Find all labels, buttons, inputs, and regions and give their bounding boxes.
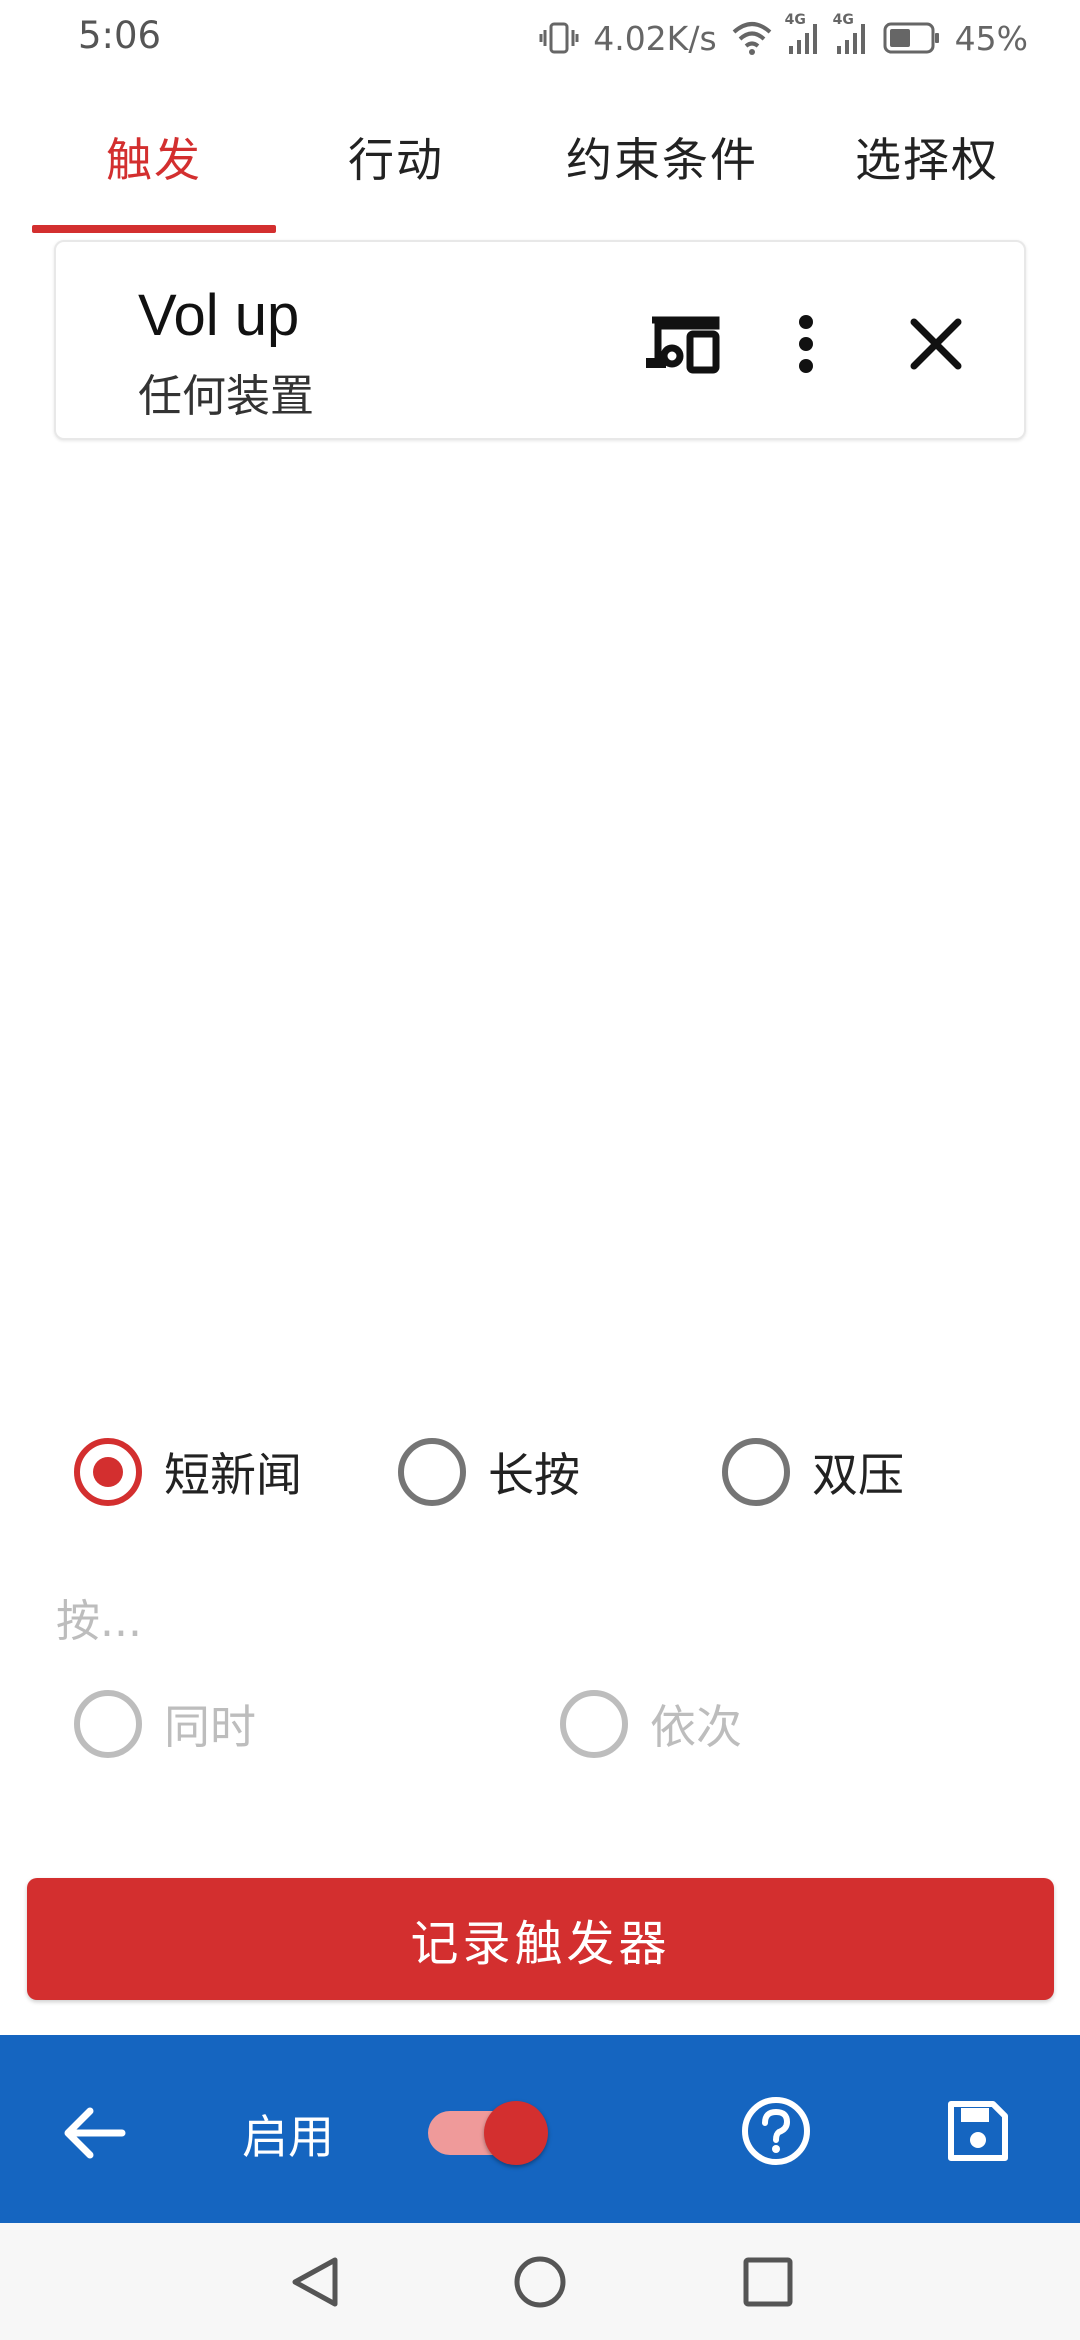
more-options-icon[interactable]	[766, 304, 846, 384]
save-icon[interactable]	[940, 2093, 1016, 2169]
enable-label: 启用	[242, 2110, 334, 2164]
radio-disabled-icon	[74, 1690, 142, 1758]
radio-label: 长按	[488, 1448, 580, 1502]
record-trigger-button[interactable]: 记录触发器	[27, 1878, 1054, 2000]
tab-bar: 触发 行动 约束条件 选择权	[0, 100, 1080, 236]
tab-indicator	[32, 225, 276, 233]
net-speed: 4.02K/s	[593, 18, 717, 58]
trigger-title: Vol up	[138, 283, 300, 348]
system-nav-bar	[0, 2223, 1080, 2340]
devices-icon[interactable]	[642, 304, 722, 384]
tab-actions[interactable]: 行动	[290, 124, 502, 187]
radio-short-press[interactable]: 短新闻	[74, 1438, 302, 1506]
radio-label: 短新闻	[164, 1448, 302, 1502]
nav-recents-icon[interactable]	[733, 2247, 803, 2317]
signal-icon-2: 4G	[833, 12, 869, 56]
radio-simultaneous[interactable]: 同时	[74, 1690, 256, 1758]
status-bar: 5:06 4.02K/s 4G 4G 45%	[0, 0, 1080, 76]
press-order-label: 按...	[56, 1596, 142, 1647]
trigger-card[interactable]: Vol up 任何装置	[54, 240, 1026, 440]
radio-label: 依次	[650, 1700, 742, 1754]
close-icon[interactable]	[896, 304, 976, 384]
status-icons: 4.02K/s 4G 4G 45%	[539, 12, 1028, 62]
help-icon[interactable]	[738, 2093, 814, 2169]
radio-disabled-icon	[560, 1690, 628, 1758]
battery-icon	[883, 21, 941, 55]
radio-long-press[interactable]: 长按	[398, 1438, 580, 1506]
status-time: 5:06	[78, 14, 162, 57]
trigger-device: 任何装置	[138, 371, 314, 422]
radio-unchecked-icon	[722, 1438, 790, 1506]
nav-back-icon[interactable]	[280, 2247, 350, 2317]
signal-icon-1: 4G	[785, 12, 821, 56]
radio-double-press[interactable]: 双压	[722, 1438, 904, 1506]
tab-options[interactable]: 选择权	[822, 124, 1032, 187]
toggle-thumb	[484, 2101, 548, 2165]
radio-unchecked-icon	[398, 1438, 466, 1506]
vibrate-icon	[539, 20, 579, 56]
bottom-app-bar: 启用	[0, 2035, 1080, 2223]
nav-home-icon[interactable]	[505, 2247, 575, 2317]
network-type-1: 4G	[784, 12, 806, 28]
back-arrow-icon[interactable]	[56, 2095, 132, 2171]
enable-toggle[interactable]	[428, 2101, 548, 2165]
network-type-2: 4G	[832, 12, 854, 28]
radio-sequential[interactable]: 依次	[560, 1690, 742, 1758]
radio-label: 双压	[812, 1448, 904, 1502]
radio-label: 同时	[164, 1700, 256, 1754]
battery-percent: 45%	[954, 18, 1028, 58]
wifi-icon	[731, 20, 773, 56]
tab-constraints[interactable]: 约束条件	[540, 124, 784, 187]
tab-trigger[interactable]: 触发	[32, 124, 276, 187]
radio-checked-icon	[74, 1438, 142, 1506]
